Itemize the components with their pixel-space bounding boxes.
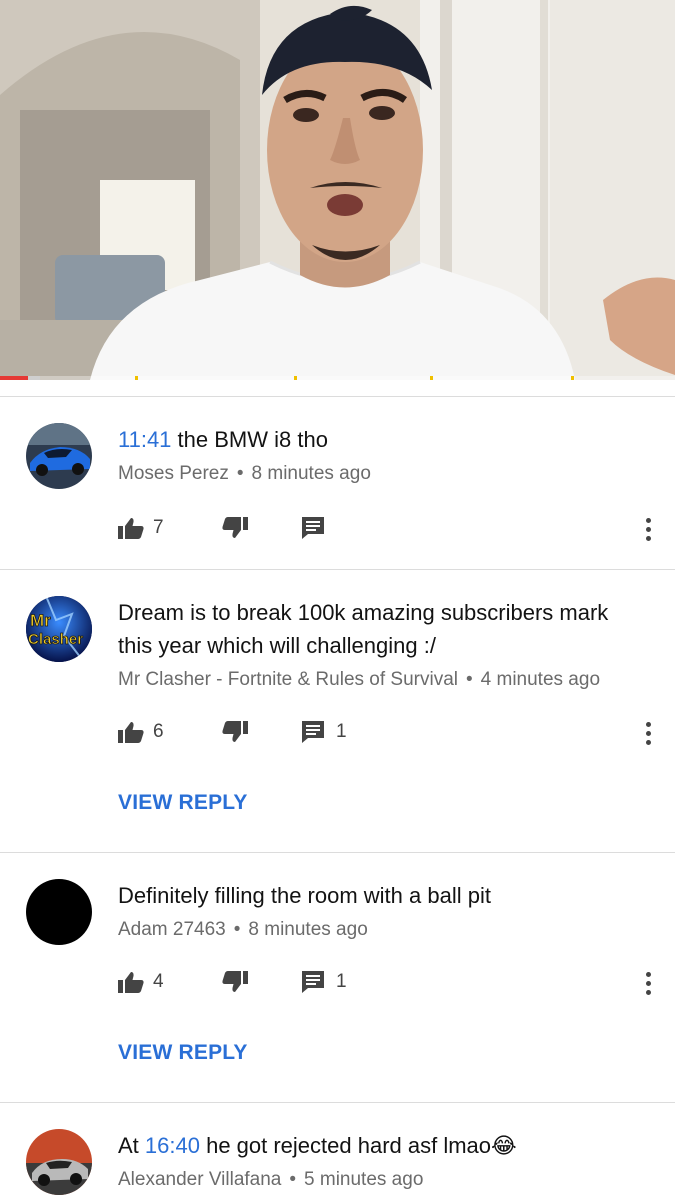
avatar-text: Clasher [28,631,83,648]
avatar-text: Mr [30,611,51,630]
like-button[interactable]: 7 [118,517,164,539]
thumbs-down-icon [222,517,248,538]
chapter-marker [293,376,297,380]
thumbs-down-icon [222,971,248,992]
reply-button[interactable]: 1 [302,721,347,743]
video-progress-bar[interactable] [0,376,675,380]
progress-buffered [27,376,40,380]
comment-time: 5 minutes ago [304,1169,424,1190]
avatar[interactable]: Mr Clasher [26,596,92,662]
comment-item: At 16:40 he got rejected hard asf lmao😂 … [0,1103,675,1200]
avatar[interactable] [26,423,92,489]
comment-icon [302,721,324,743]
video-frame [0,0,675,380]
view-reply-button[interactable]: VIEW REPLY [118,1041,248,1065]
comment-time: 4 minutes ago [480,669,601,690]
avatar[interactable] [26,1129,92,1195]
car-icon [26,1129,92,1195]
thumbs-up-icon [118,972,144,993]
thumbs-up-icon [118,518,144,539]
dislike-button[interactable] [222,971,248,993]
comment-actions: 6 1 [118,717,347,747]
comment-meta: Adam 27463 • 8 minutes ago [118,918,645,942]
like-count: 4 [153,971,164,992]
comment-meta: Mr Clasher - Fortnite & Rules of Surviva… [118,668,645,692]
author-name[interactable]: Adam 27463 [118,919,226,940]
separator-dot: • [236,463,244,484]
more-options-icon[interactable] [643,972,653,999]
timestamp-link[interactable]: 11:41 [118,427,171,452]
comment-text: Definitely filling the room with a ball … [118,883,491,908]
like-count: 6 [153,721,164,742]
separator-dot: • [289,1169,297,1190]
comment-actions: 4 1 [118,967,347,997]
video-player[interactable] [0,0,675,380]
reply-count: 1 [336,971,347,992]
mr-clasher-logo-icon: Mr Clasher [26,596,92,662]
reply-button[interactable]: 1 [302,971,347,993]
like-button[interactable]: 4 [118,971,164,993]
chapter-marker [135,376,138,380]
comment-time: 8 minutes ago [251,463,371,484]
more-options-icon[interactable] [643,722,653,749]
progress-played [0,376,28,380]
comment-item: 11:41 the BMW i8 tho Moses Perez • 8 minut… [0,397,675,569]
comment-icon [302,971,324,993]
view-reply-button[interactable]: VIEW REPLY [118,791,248,815]
separator-dot: • [466,669,473,690]
blue-car-icon [26,423,92,489]
like-count: 7 [153,517,164,538]
emoji: 😂 [491,1133,517,1158]
author-name[interactable]: Alexander Villafana [118,1169,281,1190]
thumbs-down-icon [222,721,248,742]
comment-text: Dream is to break 100k amazing subscribe… [118,600,609,658]
dislike-button[interactable] [222,517,248,539]
comment-item: Mr Clasher Dream is to break 100k amazin… [0,570,675,852]
comment-time: 8 minutes ago [248,919,368,940]
more-options-icon[interactable] [643,518,653,545]
comment-icon [302,517,324,539]
timestamp-link[interactable]: 16:40 [145,1133,200,1158]
reply-button[interactable] [302,517,324,539]
author-name[interactable]: Mr Clasher - Fortnite & Rules of Surviva… [118,669,458,690]
thumbs-up-icon [118,722,144,743]
dislike-button[interactable] [222,721,248,743]
chapter-marker [571,376,575,380]
like-button[interactable]: 6 [118,721,164,743]
comment-text: 11:41 the BMW i8 tho [118,427,328,452]
chapter-marker [429,376,433,380]
comment-text: At 16:40 he got rejected hard asf lmao😂 [118,1133,517,1158]
comment-meta: Alexander Villafana • 5 minutes ago [118,1168,645,1192]
separator-dot: • [233,919,241,940]
reply-count: 1 [336,721,347,742]
comment-actions: 7 [118,513,324,543]
comment-item: Definitely filling the room with a ball … [0,853,675,1102]
avatar[interactable] [26,879,92,945]
author-name[interactable]: Moses Perez [118,463,229,484]
comment-meta: Moses Perez • 8 minutes ago [118,462,645,486]
